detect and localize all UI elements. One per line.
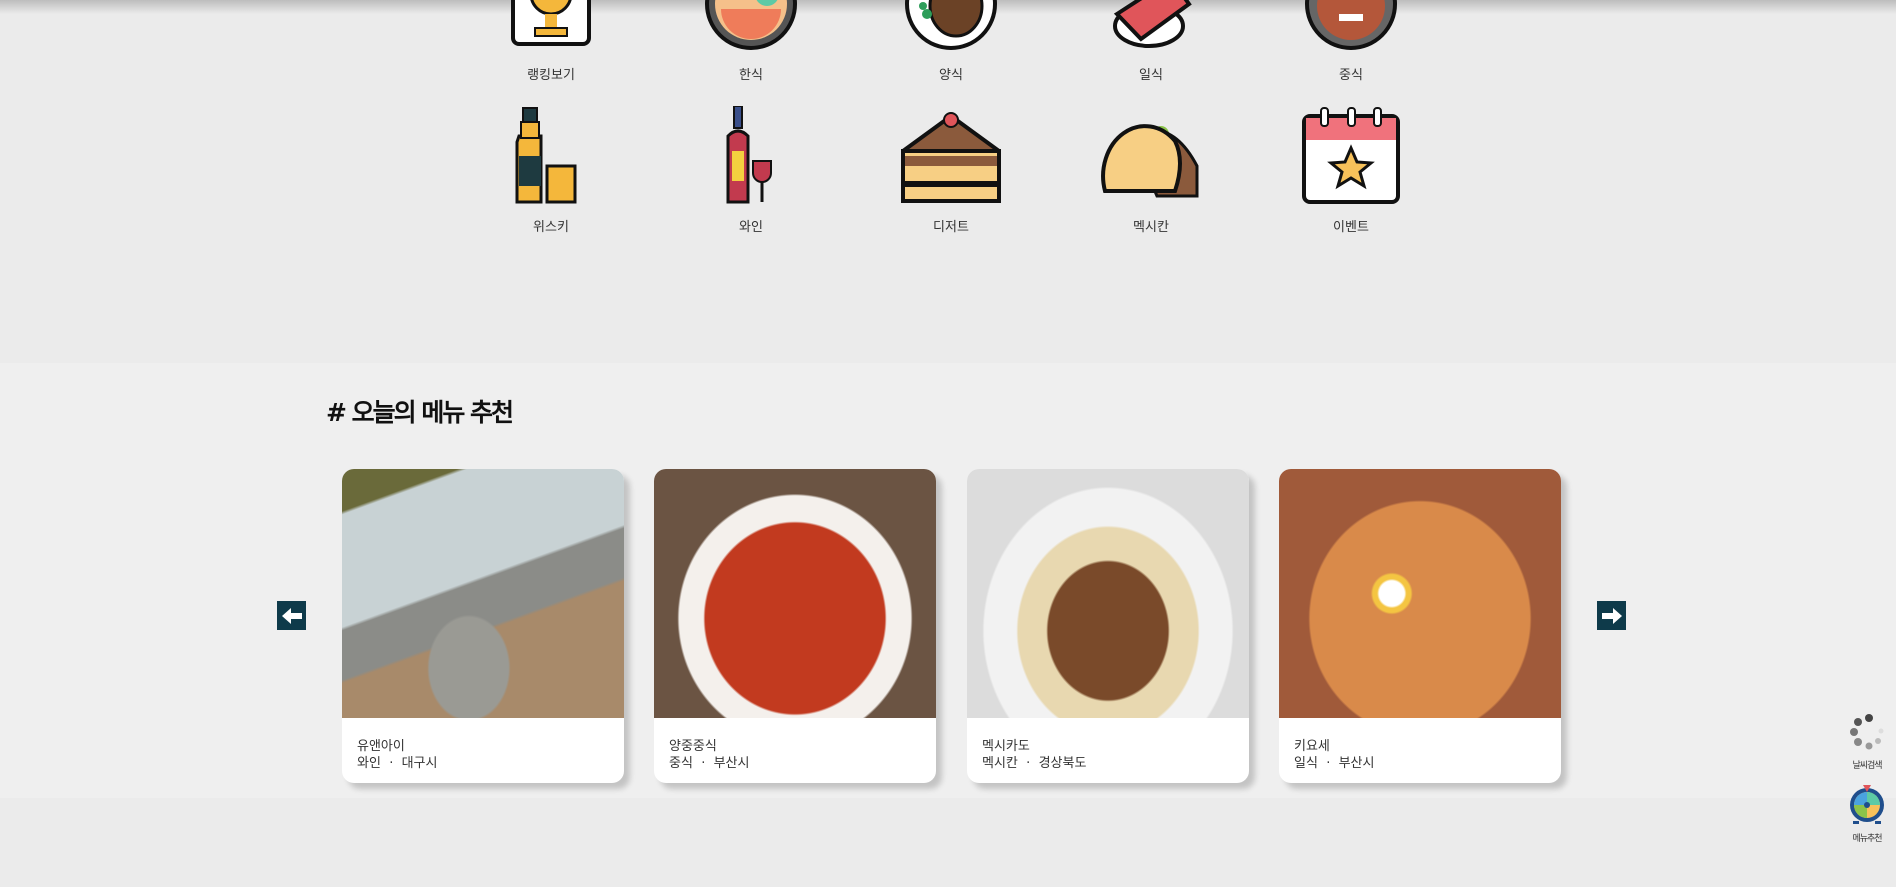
arrow-right-icon xyxy=(1601,607,1622,624)
category-western[interactable]: 양식 xyxy=(881,0,1021,83)
roulette-wheel-icon xyxy=(1850,785,1884,824)
sushi-icon xyxy=(1113,0,1192,48)
taco-icon xyxy=(1101,124,1199,198)
menu-card[interactable]: 유앤아이 와인 · 대구시 xyxy=(342,469,624,783)
category-ranking[interactable]: 랭킹보기 xyxy=(481,0,621,83)
weather-search-button[interactable]: 날씨검색 xyxy=(1845,712,1889,771)
menu-photo xyxy=(967,469,1249,718)
arrow-left-icon xyxy=(281,607,302,624)
trophy-icon xyxy=(511,0,591,46)
category-event[interactable]: 이벤트 xyxy=(1281,106,1421,235)
menu-recommend-button[interactable]: 메뉴추천 xyxy=(1845,783,1889,844)
menu-photo xyxy=(342,469,624,718)
menu-card[interactable]: 멕시카도 멕시칸 · 경상북도 xyxy=(967,469,1249,783)
category-korean[interactable]: 한식 xyxy=(681,0,821,83)
section-title: # 오늘의 메뉴 추천 xyxy=(326,398,514,427)
bibimbap-icon xyxy=(705,0,797,50)
next-arrow-button[interactable] xyxy=(1597,601,1626,630)
menu-card[interactable]: 키요세 일식 · 부산시 xyxy=(1279,469,1561,783)
cake-icon xyxy=(896,112,1006,203)
category-chinese[interactable]: 중식 xyxy=(1281,0,1421,83)
category-wine[interactable]: 와인 xyxy=(681,105,821,235)
prev-arrow-button[interactable] xyxy=(277,601,306,630)
whisky-icon xyxy=(515,107,577,204)
recommend-section xyxy=(0,363,1896,798)
category-dessert[interactable]: 디저트 xyxy=(881,106,1021,235)
loading-spinner-icon xyxy=(1850,714,1884,750)
menu-photo xyxy=(1279,469,1561,718)
noodle-bowl-icon xyxy=(1305,0,1397,50)
category-whisky[interactable]: 위스키 xyxy=(481,106,621,235)
wine-icon xyxy=(726,105,772,204)
category-japanese[interactable]: 일식 xyxy=(1081,0,1221,83)
menu-card[interactable]: 양중중식 중식 · 부산시 xyxy=(654,469,936,783)
calendar-star-icon xyxy=(1302,107,1400,204)
menu-photo xyxy=(654,469,936,718)
category-mexican[interactable]: 멕시칸 xyxy=(1081,106,1221,235)
steak-icon xyxy=(905,0,997,50)
